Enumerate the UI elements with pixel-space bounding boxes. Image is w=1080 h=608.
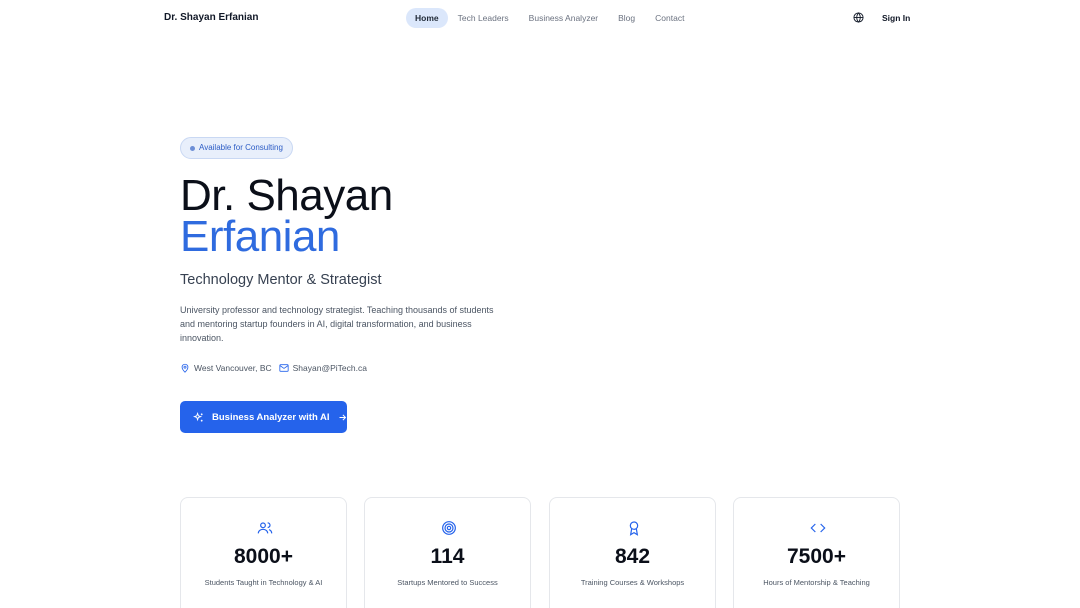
- stat-label: Startups Mentored to Success: [397, 578, 498, 587]
- stat-card-students: 8000+ Students Taught in Technology & AI: [180, 497, 347, 608]
- stat-label: Training Courses & Workshops: [580, 578, 685, 587]
- stat-value: 7500+: [787, 545, 846, 568]
- nav-link-contact[interactable]: Contact: [645, 8, 694, 28]
- nav-link-home[interactable]: Home: [406, 8, 448, 28]
- sign-in-button[interactable]: Sign In: [882, 13, 910, 23]
- stat-value: 842: [614, 545, 651, 568]
- code-icon: [810, 523, 826, 533]
- business-analyzer-button-label: Business Analyzer with AI: [212, 411, 330, 423]
- top-nav: Dr. Shayan Erfanian Home Tech Leaders Bu…: [0, 0, 1080, 36]
- email-item[interactable]: Shayan@PiTech.ca: [279, 363, 367, 373]
- globe-icon[interactable]: [853, 12, 864, 23]
- stat-label: Hours of Mentorship & Teaching: [763, 578, 870, 587]
- location-text: West Vancouver, BC: [194, 363, 272, 373]
- arrow-right-icon: [339, 414, 346, 420]
- contact-info: West Vancouver, BC Shayan@PiTech.ca: [180, 363, 374, 373]
- email-link[interactable]: Shayan@PiTech.ca: [293, 363, 367, 373]
- hero-description: University professor and technology stra…: [180, 305, 494, 343]
- status-dot-icon: [190, 146, 195, 151]
- target-icon: [442, 521, 456, 535]
- map-pin-icon: [181, 363, 189, 373]
- hero-title-accent: Erfanian: [180, 212, 340, 261]
- hero-subtitle: Technology Mentor & Strategist: [180, 272, 382, 288]
- availability-badge-label: Available for Consulting: [199, 143, 283, 152]
- users-icon: [257, 522, 273, 534]
- site-brand[interactable]: Dr. Shayan Erfanian: [164, 12, 258, 23]
- business-analyzer-button[interactable]: Business Analyzer with AI: [180, 401, 347, 433]
- sparkles-icon: [193, 411, 203, 422]
- award-icon: [629, 521, 639, 536]
- stat-value: 114: [430, 545, 465, 568]
- location-item: West Vancouver, BC: [180, 363, 272, 373]
- stat-card-mentorship: 7500+ Hours of Mentorship & Teaching: [733, 497, 900, 608]
- nav-link-business-analyzer[interactable]: Business Analyzer: [519, 8, 608, 28]
- mail-icon: [279, 364, 289, 372]
- nav-links: Home Tech Leaders Business Analyzer Blog…: [406, 8, 694, 28]
- availability-badge: Available for Consulting: [180, 137, 293, 159]
- nav-link-blog[interactable]: Blog: [608, 8, 645, 28]
- stat-card-courses: 842 Training Courses & Workshops: [549, 497, 716, 608]
- stat-label: Students Taught in Technology & AI: [204, 578, 323, 587]
- nav-link-tech-leaders[interactable]: Tech Leaders: [448, 8, 519, 28]
- stat-value: 8000+: [234, 545, 293, 568]
- stat-card-startups: 114 Startups Mentored to Success: [364, 497, 531, 608]
